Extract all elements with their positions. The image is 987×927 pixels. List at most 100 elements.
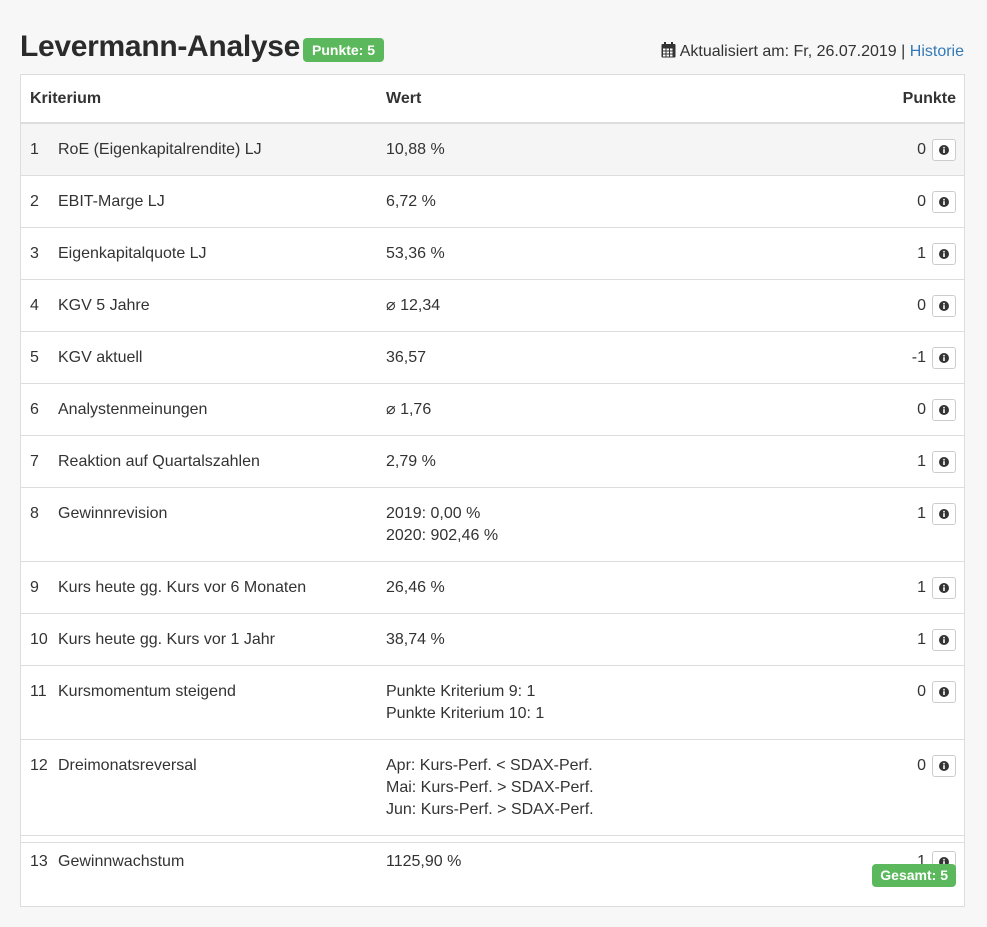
levermann-table-panel: Kriterium Wert Punkte 1 RoE (Eigenkapital… <box>20 74 965 907</box>
value-line: Punkte Kriterium 10: 1 <box>386 705 545 722</box>
points-value: 1 <box>917 453 926 470</box>
criterion-name: Kurs heute gg. Kurs vor 6 Monaten <box>58 561 386 614</box>
info-button[interactable] <box>932 629 956 651</box>
criterion-name: EBIT-Marge LJ <box>58 175 386 228</box>
criterion-number: 1 <box>21 123 58 176</box>
criterion-name: RoE (Eigenkapitalrendite) LJ <box>58 123 386 176</box>
history-link[interactable]: Historie <box>910 43 964 60</box>
criterion-value: 53,36 % <box>386 227 856 280</box>
criteria-table: Kriterium Wert Punkte 1 RoE (Eigenkapital… <box>21 75 964 887</box>
points-value: 1 <box>917 505 926 522</box>
criterion-points: -1 <box>856 331 964 384</box>
criterion-number: 3 <box>21 227 58 280</box>
criterion-points: 1 <box>856 561 964 614</box>
updated-date-label: Aktualisiert am: Fr, 26.07.2019 | <box>679 43 906 60</box>
criterion-points: 1 <box>856 487 964 562</box>
criterion-points: 0 <box>856 383 964 436</box>
table-row: 4 KGV 5 Jahre ⌀ 12,34 0 <box>21 279 964 332</box>
table-header-row: Kriterium Wert Punkte <box>21 75 964 124</box>
value-line: 26,46 % <box>386 579 445 596</box>
criterion-number: 6 <box>21 383 58 436</box>
criterion-value: ⌀ 1,76 <box>386 383 856 436</box>
criterion-number: 11 <box>21 665 58 740</box>
criterion-value: 2,79 % <box>386 435 856 488</box>
info-circle-icon <box>939 301 949 311</box>
info-circle-icon <box>939 583 949 593</box>
table-row: 1 RoE (Eigenkapitalrendite) LJ 10,88 % 0 <box>21 123 964 176</box>
criterion-name: KGV 5 Jahre <box>58 279 386 332</box>
criterion-number: 12 <box>21 739 58 836</box>
value-line: 2019: 0,00 % <box>386 505 481 522</box>
points-value: 0 <box>917 757 926 774</box>
table-row: 10 Kurs heute gg. Kurs vor 1 Jahr 38,74 % 1 <box>21 613 964 666</box>
value-line: Mai: Kurs-Perf. > SDAX-Perf. <box>386 779 594 796</box>
update-info: Aktualisiert am: Fr, 26.07.2019 | Histor… <box>661 42 964 64</box>
value-line: ⌀ 12,34 <box>386 297 441 314</box>
info-circle-icon <box>939 457 949 467</box>
criterion-points: 0 <box>856 175 964 228</box>
info-circle-icon <box>939 249 949 259</box>
points-value: 0 <box>917 141 926 158</box>
info-button[interactable] <box>932 243 956 265</box>
info-button[interactable] <box>932 347 956 369</box>
criterion-value: Apr: Kurs-Perf. < SDAX-Perf. Mai: Kurs-Pe… <box>386 739 856 836</box>
value-line: 53,36 % <box>386 245 445 262</box>
criterion-number: 7 <box>21 435 58 488</box>
info-button[interactable] <box>932 399 956 421</box>
table-row: 8 Gewinnrevision 2019: 0,00 % 2020: 902,46 … <box>21 487 964 562</box>
info-circle-icon <box>939 353 949 363</box>
criterion-value: Punkte Kriterium 9: 1 Punkte Kriterium 10… <box>386 665 856 740</box>
criterion-name: Reaktion auf Quartalszahlen <box>58 435 386 488</box>
points-value: 0 <box>917 683 926 700</box>
criterion-number: 4 <box>21 279 58 332</box>
criterion-value: 2019: 0,00 % 2020: 902,46 % <box>386 487 856 562</box>
value-line: 6,72 % <box>386 193 436 210</box>
criterion-number: 8 <box>21 487 58 562</box>
table-row: 12 Dreimonatsreversal Apr: Kurs-Perf. < SD… <box>21 739 964 836</box>
points-value: 1 <box>917 631 926 648</box>
criterion-points: 1 <box>856 227 964 280</box>
criterion-value: ⌀ 12,34 <box>386 279 856 332</box>
info-button[interactable] <box>932 503 956 525</box>
total-badge: Gesamt: 5 <box>872 864 956 887</box>
criterion-name: Analystenmeinungen <box>58 383 386 436</box>
criterion-value: 26,46 % <box>386 561 856 614</box>
value-line: 38,74 % <box>386 631 445 648</box>
info-button[interactable] <box>932 451 956 473</box>
info-button[interactable] <box>932 681 956 703</box>
info-button[interactable] <box>932 191 956 213</box>
info-circle-icon <box>939 405 949 415</box>
criterion-points: 0 <box>856 665 964 740</box>
calendar-icon <box>661 42 676 64</box>
criterion-number: 5 <box>21 331 58 384</box>
criterion-name: Eigenkapitalquote LJ <box>58 227 386 280</box>
points-value: 0 <box>917 193 926 210</box>
points-value: -1 <box>911 349 926 366</box>
score-badge: Punkte: 5 <box>303 38 385 62</box>
column-header-points: Punkte <box>856 75 964 124</box>
value-line: Jun: Kurs-Perf. > SDAX-Perf. <box>386 801 594 818</box>
info-button[interactable] <box>932 139 956 161</box>
info-circle-icon <box>939 635 949 645</box>
info-circle-icon <box>939 761 949 771</box>
value-line: ⌀ 1,76 <box>386 401 432 418</box>
criterion-points: 0 <box>856 123 964 176</box>
criterion-name: KGV aktuell <box>58 331 386 384</box>
criterion-value: 36,57 <box>386 331 856 384</box>
info-button[interactable] <box>932 755 956 777</box>
value-line: 36,57 <box>386 349 427 366</box>
criterion-value: 38,74 % <box>386 613 856 666</box>
info-circle-icon <box>939 687 949 697</box>
value-line: 10,88 % <box>386 141 445 158</box>
value-line: 2020: 902,46 % <box>386 527 499 544</box>
criterion-name: Kursmomentum steigend <box>58 665 386 740</box>
table-row: 5 KGV aktuell 36,57 -1 <box>21 331 964 384</box>
criterion-number: 2 <box>21 175 58 228</box>
points-value: 1 <box>917 245 926 262</box>
page-header: Levermann-Analyse Punkte: 5 Aktualisiert… <box>20 30 964 70</box>
info-button[interactable] <box>932 295 956 317</box>
info-button[interactable] <box>932 577 956 599</box>
criterion-points: 1 <box>856 613 964 666</box>
info-circle-icon <box>939 197 949 207</box>
criterion-name: Dreimonatsreversal <box>58 739 386 836</box>
